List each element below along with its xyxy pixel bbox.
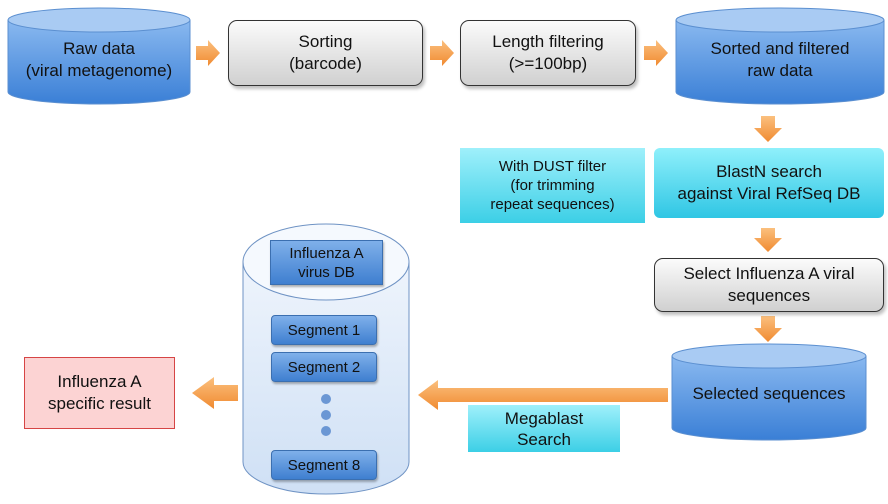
sorted-filtered-label: Sorted and filtered raw data: [710, 39, 850, 80]
influenza-db-label: Influenza A virus DB: [270, 240, 383, 285]
select-influenza-step: Select Influenza A viral sequences: [654, 258, 884, 312]
length-filtering-step: Length filtering (>=100bp): [460, 20, 636, 86]
blastn-step: BlastN search against Viral RefSeq DB: [654, 148, 884, 218]
sorting-step: Sorting (barcode): [228, 20, 423, 86]
arrow-right-icon: [430, 40, 454, 66]
arrow-right-icon: [196, 40, 220, 66]
arrow-right-icon: [644, 40, 668, 66]
segment-2: Segment 2: [271, 352, 377, 382]
arrow-left-icon: [192, 377, 238, 409]
segment-8: Segment 8: [271, 450, 377, 480]
selected-sequences-label: Selected sequences: [692, 384, 846, 403]
arrow-down-icon: [754, 116, 782, 142]
raw-data-label: Raw data (viral metagenome): [25, 39, 173, 80]
megablast-step: Megablast Search: [468, 405, 620, 452]
influenza-result: Influenza A specific result: [24, 357, 175, 429]
dust-filter-note: With DUST filter (for trimming repeat se…: [460, 148, 645, 223]
arrow-down-icon: [754, 316, 782, 342]
ellipsis-dots: [321, 394, 331, 436]
arrow-down-icon: [754, 228, 782, 252]
segment-1: Segment 1: [271, 315, 377, 345]
